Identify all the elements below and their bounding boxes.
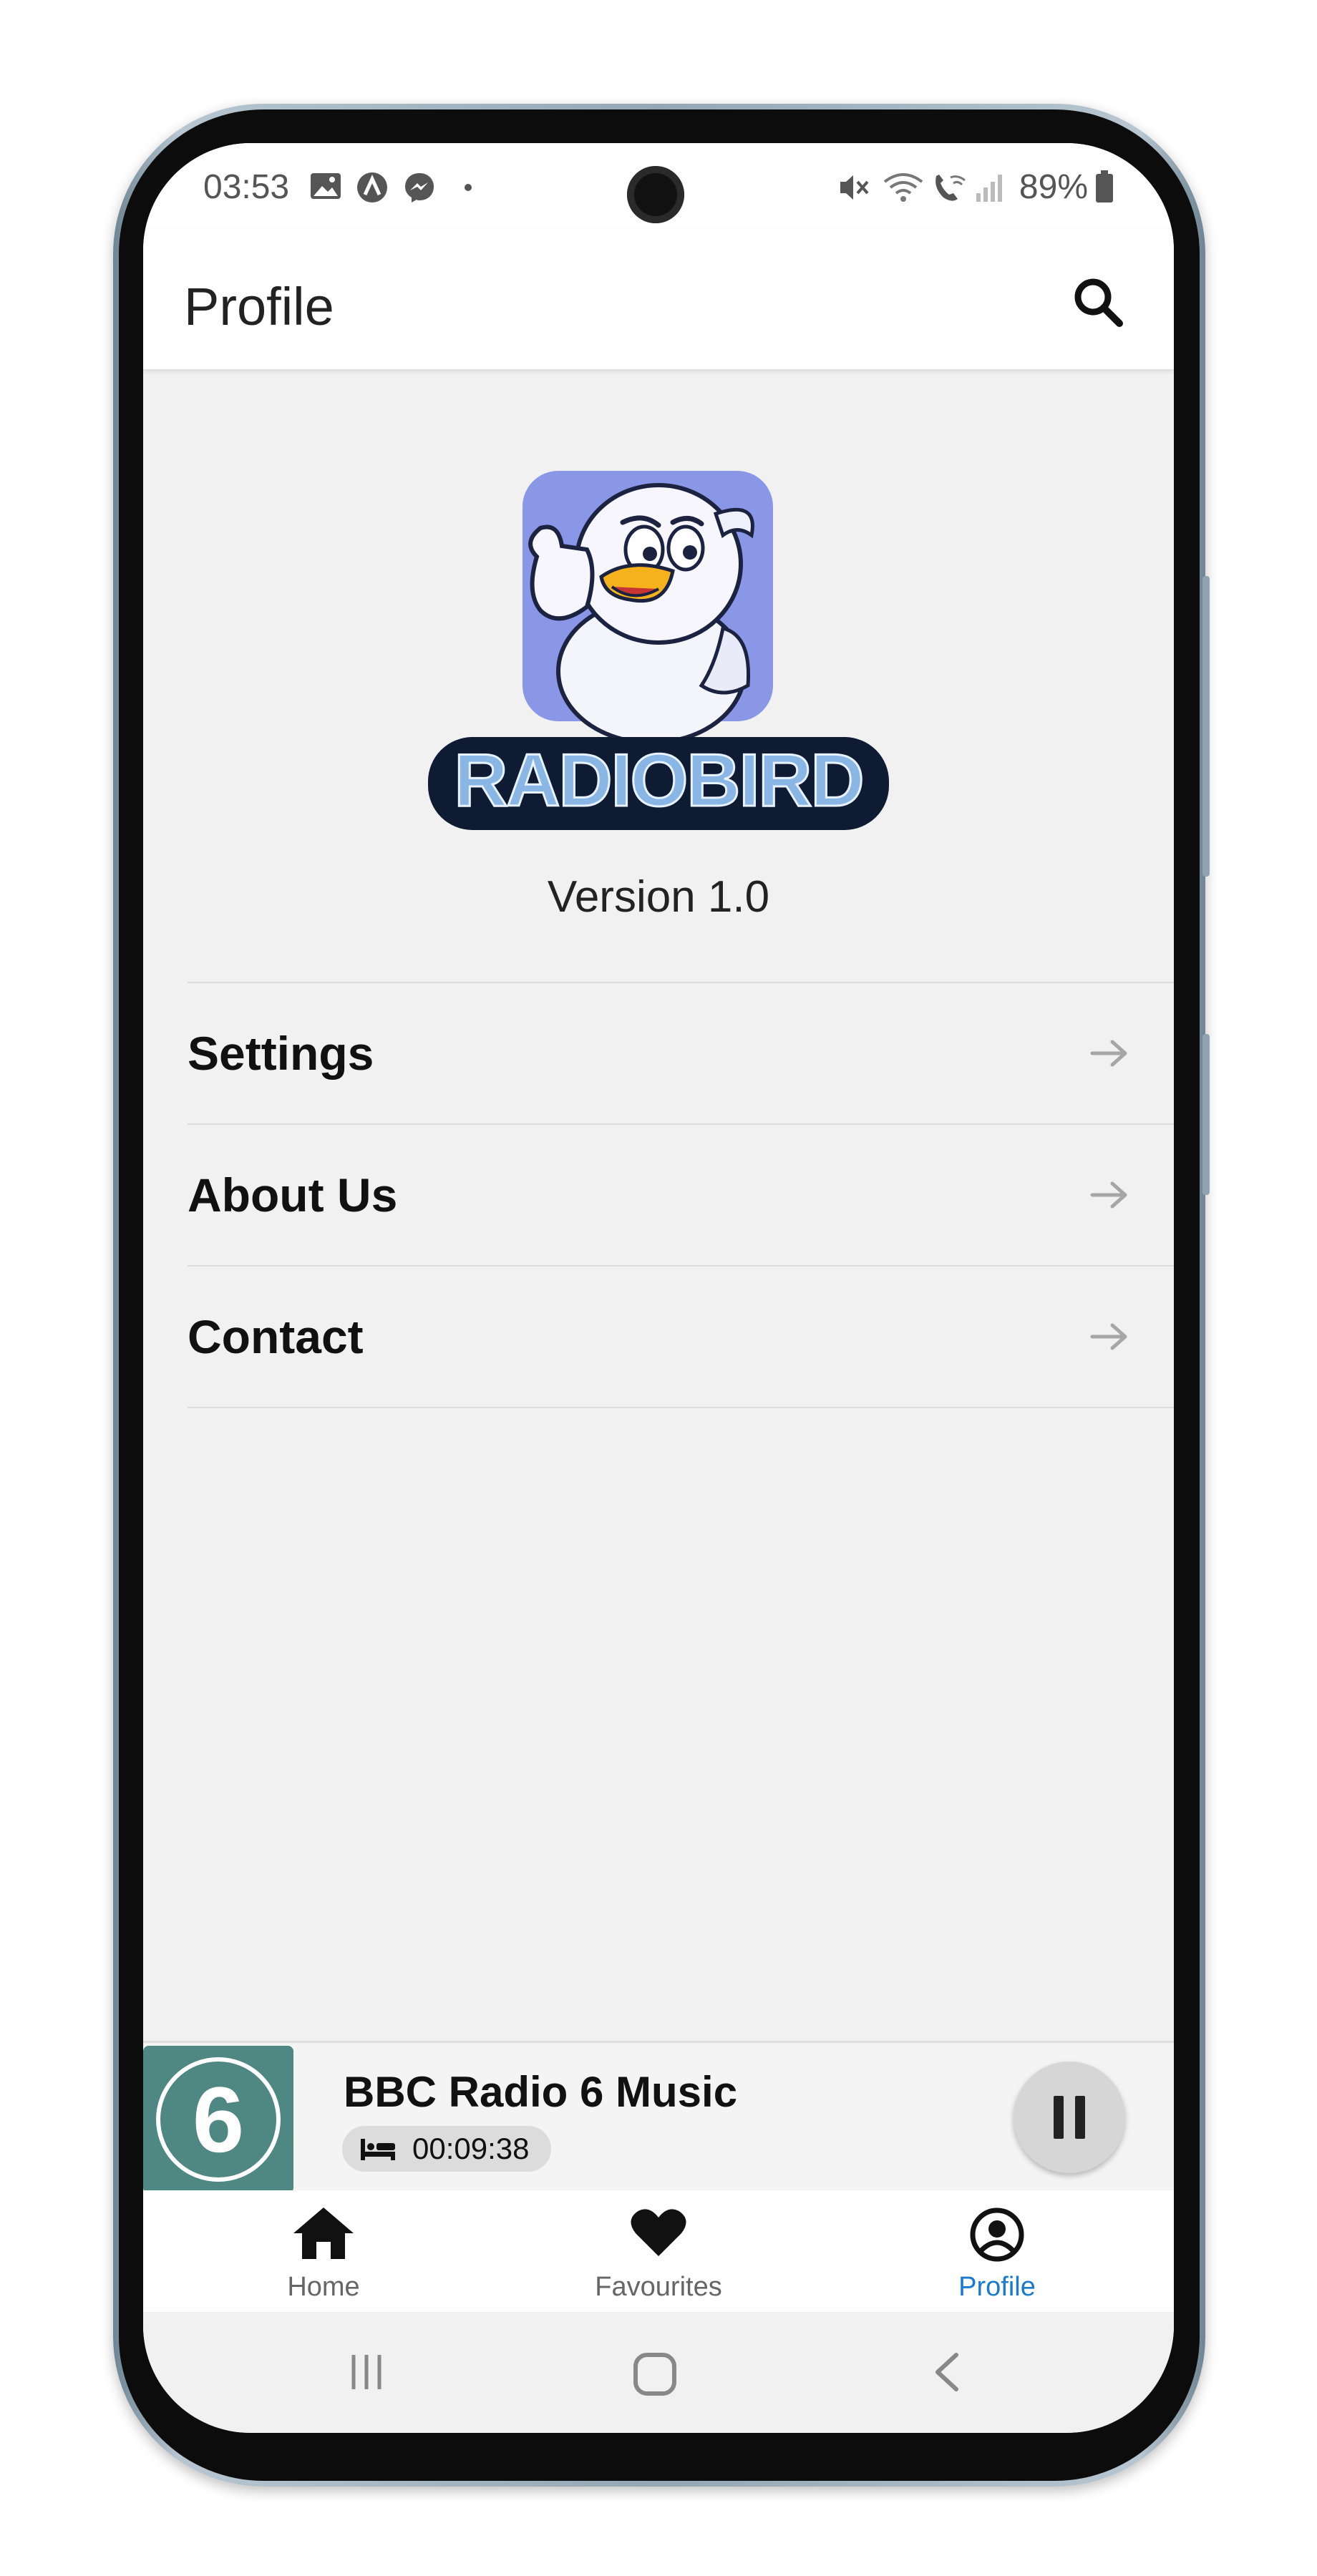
heart-icon <box>631 2209 686 2256</box>
dot-icon <box>465 184 472 191</box>
battery-percentage: 89% <box>1019 168 1088 206</box>
front-camera <box>627 166 684 223</box>
back-icon[interactable] <box>929 2351 965 2394</box>
app-bar: Profile <box>143 229 1174 369</box>
profile-menu: Settings About Us Contact <box>188 982 1174 1408</box>
screen: 03:53 89% Profile RADIOBIRD Version 1.0 … <box>143 143 1174 2433</box>
battery-icon <box>1096 170 1113 203</box>
menu-item-label: About Us <box>188 1169 398 1221</box>
home-button-icon[interactable] <box>631 2351 679 2398</box>
nav-label: Profile <box>958 2272 1036 2302</box>
menu-item-label: Settings <box>188 1027 374 1080</box>
power-button <box>1202 1034 1210 1195</box>
recent-apps-icon[interactable] <box>345 2351 388 2394</box>
nav-label: Favourites <box>595 2272 722 2302</box>
mute-icon <box>840 175 869 200</box>
station-logo: 6 <box>143 2046 293 2193</box>
sleep-timer-chip[interactable]: 00:09:38 <box>342 2126 551 2172</box>
arrow-right-icon <box>1090 1040 1127 1067</box>
home-icon <box>293 2207 354 2259</box>
wifi-calling-icon <box>935 175 966 201</box>
nav-item-favourites[interactable]: Favourites <box>530 2190 787 2312</box>
radiobird-logo: RADIOBIRD <box>428 471 889 830</box>
menu-item-settings[interactable]: Settings <box>188 982 1174 1123</box>
status-time: 03:53 <box>203 168 290 206</box>
nav-item-home[interactable]: Home <box>195 2190 452 2312</box>
page-title: Profile <box>184 277 334 336</box>
pause-icon <box>1054 2096 1064 2139</box>
status-bar: 03:53 89% <box>143 143 1174 229</box>
search-icon[interactable] <box>1069 273 1127 331</box>
station-name: BBC Radio 6 Music <box>344 2068 738 2116</box>
app-icon <box>357 172 387 203</box>
account-circle-icon <box>970 2207 1024 2262</box>
logo-wordmark: RADIOBIRD <box>454 739 862 822</box>
nav-item-profile[interactable]: Profile <box>868 2190 1126 2312</box>
pause-icon <box>1075 2096 1085 2139</box>
signal-icon <box>976 175 1002 202</box>
bottom-navigation: Home Favourites Profile <box>143 2190 1174 2312</box>
system-navigation-bar <box>143 2312 1174 2433</box>
gallery-icon <box>311 173 341 199</box>
wifi-icon <box>883 173 923 202</box>
mini-player[interactable]: 6 BBC Radio 6 Music 00:09:38 <box>143 2041 1174 2193</box>
menu-item-contact[interactable]: Contact <box>188 1265 1174 1408</box>
volume-button <box>1202 576 1210 877</box>
pause-button[interactable] <box>1014 2062 1125 2173</box>
messenger-icon <box>405 173 434 203</box>
arrow-right-icon <box>1090 1323 1127 1350</box>
sleep-timer-value: 00:09:38 <box>412 2132 530 2165</box>
menu-item-label: Contact <box>188 1310 364 1363</box>
bed-icon <box>361 2139 395 2160</box>
station-logo-text: 6 <box>193 2067 244 2172</box>
app-version: Version 1.0 <box>547 872 770 922</box>
nav-label: Home <box>287 2272 360 2302</box>
menu-item-about-us[interactable]: About Us <box>188 1123 1174 1265</box>
arrow-right-icon <box>1090 1181 1127 1209</box>
